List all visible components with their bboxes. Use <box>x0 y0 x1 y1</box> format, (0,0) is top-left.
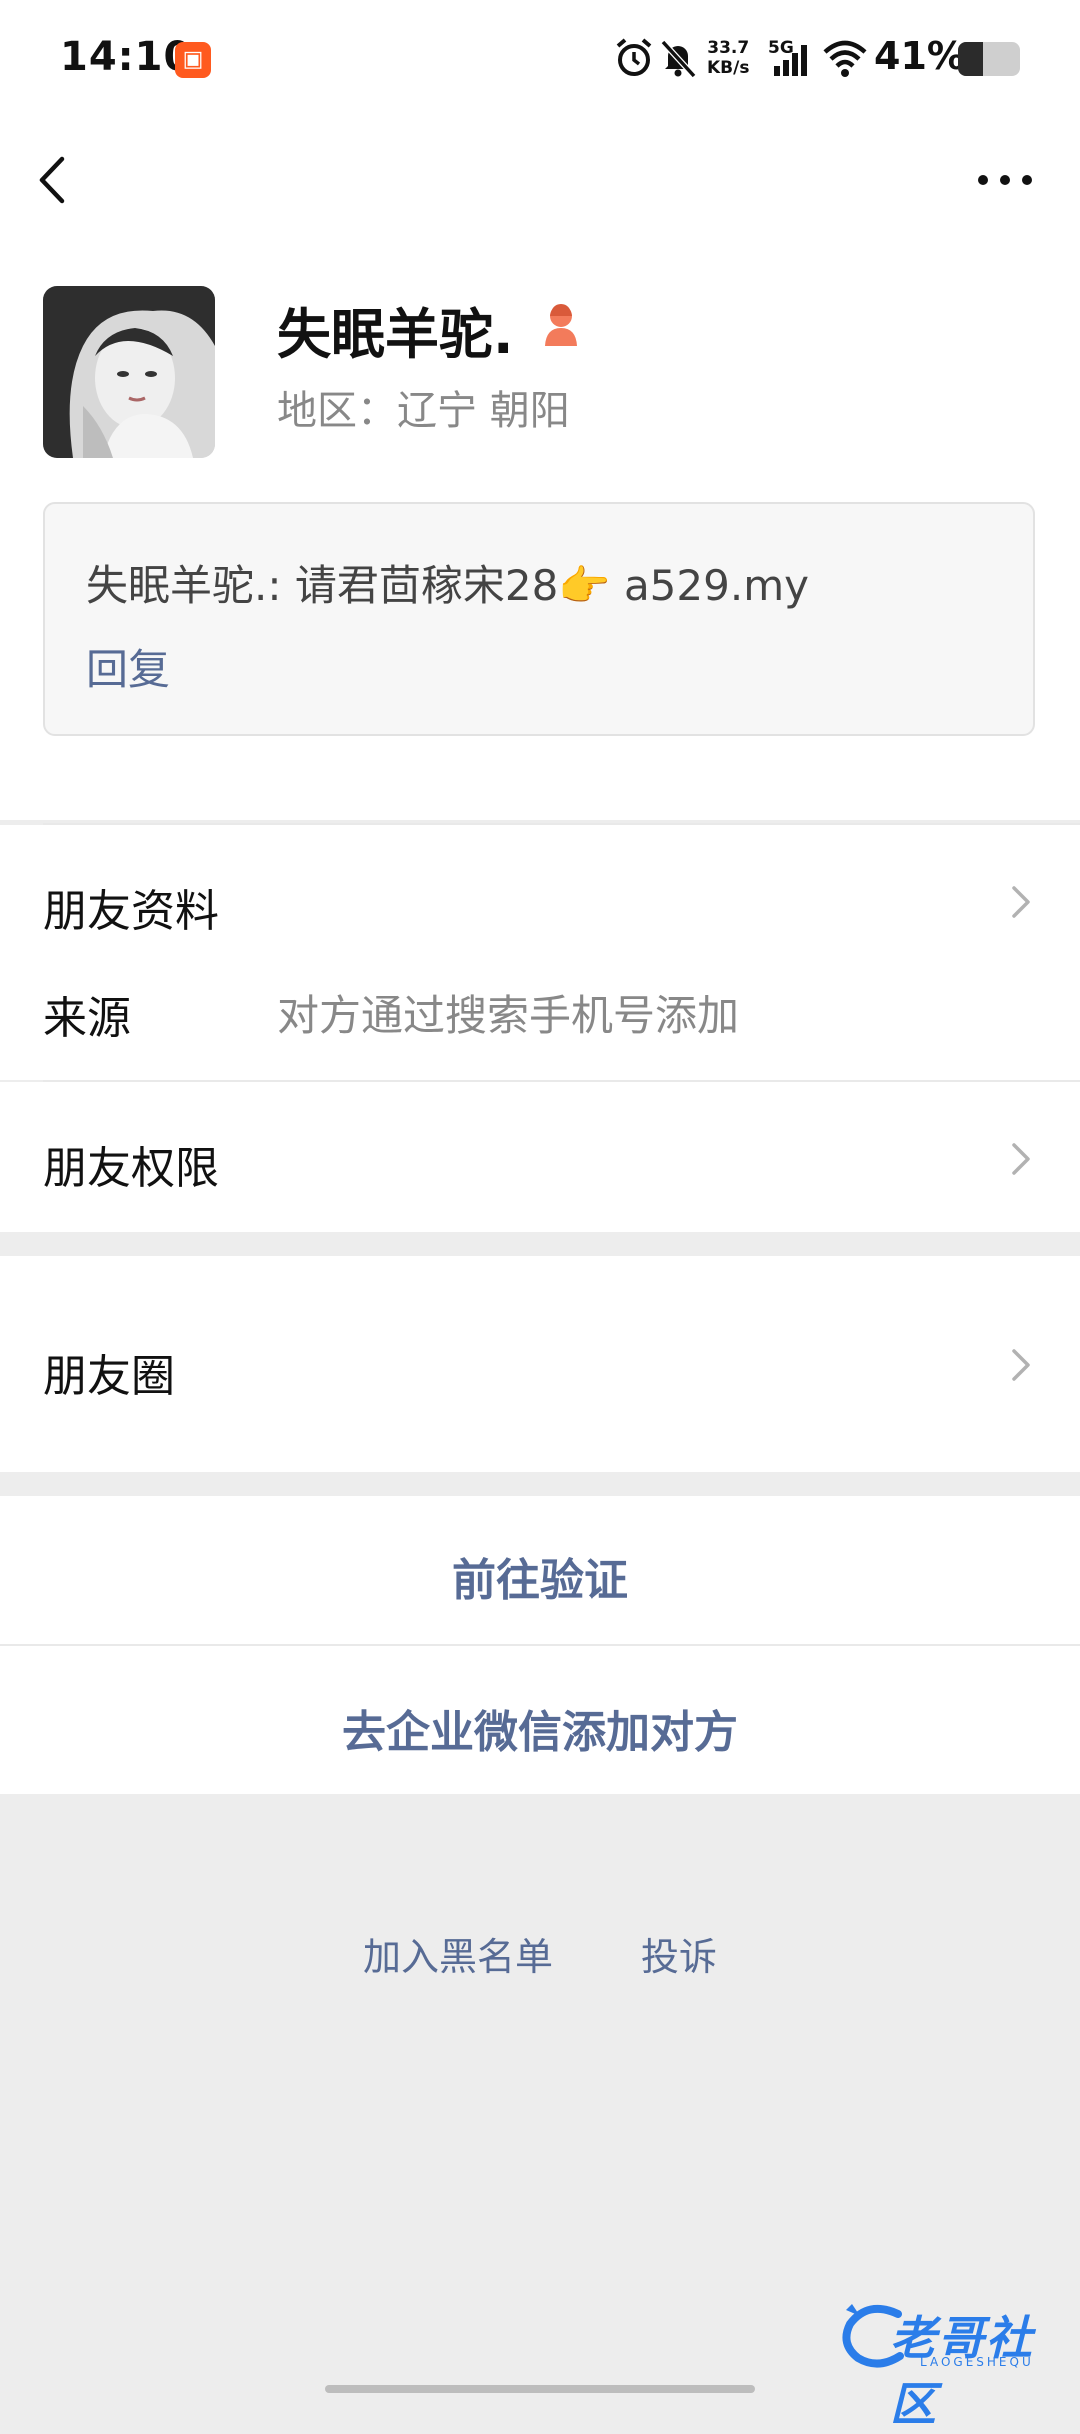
net-speed-unit: KB/s <box>707 58 750 78</box>
avatar[interactable] <box>43 286 215 458</box>
add-to-blacklist-link[interactable]: 加入黑名单 <box>363 1926 553 1981</box>
contact-name: 失眠羊驼. <box>277 303 514 366</box>
app-badge-icon: ▣ <box>175 42 211 78</box>
top-nav-bar <box>0 120 1080 240</box>
net-speed-value: 33.7 <box>707 38 750 58</box>
status-time: 14:10 <box>60 34 193 80</box>
avatar-photo <box>43 286 215 458</box>
more-dots-icon <box>978 175 1032 185</box>
home-indicator[interactable] <box>325 2385 755 2393</box>
net-speed: 33.7 KB/s <box>707 38 749 78</box>
battery-icon <box>958 42 1020 76</box>
moments-label: 朋友圈 <box>43 1351 175 1402</box>
chevron-left-icon <box>39 156 65 204</box>
chevron-right-icon <box>1012 886 1030 918</box>
wecom-add-button-label: 去企业微信添加对方 <box>342 1707 738 1758</box>
section-gap <box>0 1232 1080 1256</box>
greeting-message-text: 失眠羊驼.: 请君茴稼宋28👉 a529.my <box>86 561 809 610</box>
back-button[interactable] <box>30 145 90 215</box>
verify-button-label: 前往验证 <box>452 1555 628 1606</box>
battery-level <box>958 42 984 76</box>
contact-region: 地区：辽宁 朝阳 <box>277 388 570 434</box>
battery-percent: 41% <box>874 34 965 78</box>
reply-link[interactable]: 回复 <box>86 636 170 697</box>
friend-permissions-label: 朋友权限 <box>43 1143 219 1194</box>
section-gap <box>0 1472 1080 1496</box>
chevron-right-icon <box>1012 1349 1030 1381</box>
chevron-right-icon <box>1012 1143 1030 1175</box>
more-button[interactable] <box>970 155 1040 205</box>
female-icon <box>545 304 577 346</box>
bell-muted-icon <box>660 39 697 79</box>
alarm-icon <box>616 38 652 76</box>
report-link[interactable]: 投诉 <box>641 1926 717 1981</box>
wifi-icon <box>823 40 867 77</box>
source-value: 对方通过搜索手机号添加 <box>277 991 740 1040</box>
friend-info-label: 朋友资料 <box>43 886 219 937</box>
source-label: 来源 <box>43 993 131 1044</box>
cellular-signal-icon <box>774 45 807 76</box>
watermark-subtext: LAOGESHEQU <box>920 2355 1034 2369</box>
greeting-message-box <box>43 502 1035 736</box>
